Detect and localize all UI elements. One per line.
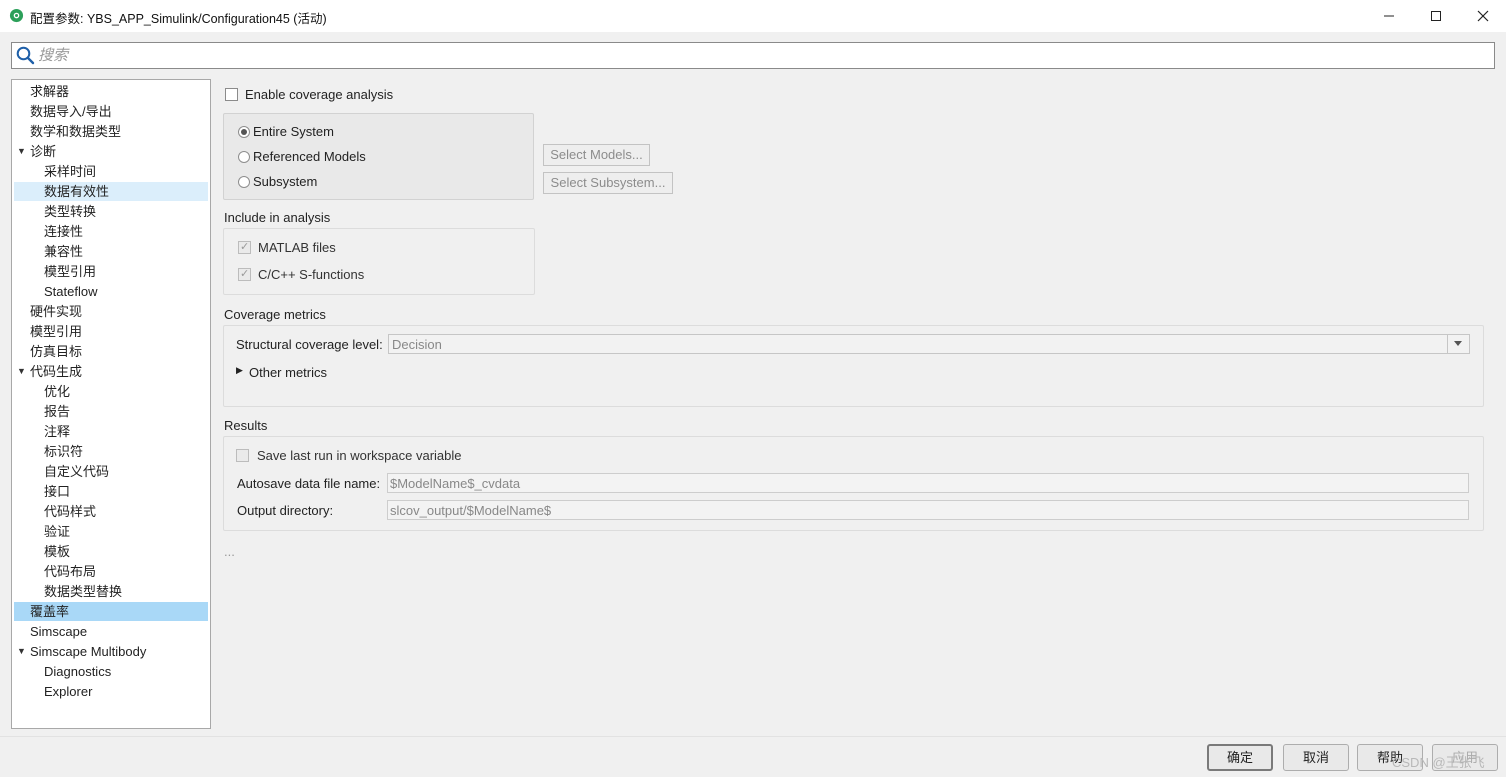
dialog-footer: 确定 取消 帮助 应用 [0, 736, 1506, 777]
tree-item-compatibility[interactable]: 兼容性 [14, 242, 208, 261]
enable-coverage-label: Enable coverage analysis [245, 87, 394, 102]
settings-tree[interactable]: 求解器 数据导入/导出 数学和数据类型 ▼ 诊断 采样时间 数据有效性 类型转换 … [11, 79, 211, 729]
save-last-run-label: Save last run in workspace variable [257, 448, 462, 463]
app-icon [9, 8, 24, 23]
ok-button[interactable]: 确定 [1207, 744, 1273, 771]
radio-referenced-models[interactable] [238, 151, 250, 163]
search-input[interactable] [38, 45, 1478, 65]
structural-coverage-label: Structural coverage level: [236, 337, 383, 352]
maximize-icon [1431, 11, 1441, 21]
tree-item-data-import-export[interactable]: 数据导入/导出 [14, 102, 208, 121]
close-icon [1477, 10, 1489, 22]
tree-item-custom-code[interactable]: 自定义代码 [14, 462, 208, 481]
tree-item-multibody-diagnostics[interactable]: Diagnostics [14, 662, 208, 681]
select-subsystem-button[interactable]: Select Subsystem... [543, 172, 673, 194]
output-directory-label: Output directory: [237, 503, 334, 518]
structural-coverage-select[interactable]: Decision [388, 334, 1470, 354]
sfunctions-checkbox[interactable]: ✓ [238, 268, 251, 281]
more-ellipsis: ... [224, 544, 235, 559]
tree-item-optimization[interactable]: 优化 [14, 382, 208, 401]
tree-item-comments[interactable]: 注释 [14, 422, 208, 441]
tree-item-stateflow[interactable]: Stateflow [14, 282, 208, 301]
minimize-icon [1384, 15, 1394, 17]
tree-item-sample-time[interactable]: 采样时间 [14, 162, 208, 181]
tree-item-model-referencing[interactable]: 模型引用 [14, 322, 208, 341]
tree-item-simulation-target[interactable]: 仿真目标 [14, 342, 208, 361]
radio-subsystem-label: Subsystem [253, 174, 318, 189]
sfunctions-label: C/C++ S-functions [258, 267, 365, 282]
title-bar: 配置参数: YBS_APP_Simulink/Configuration45 (… [0, 0, 1506, 32]
tree-item-code-placement[interactable]: 代码布局 [14, 562, 208, 581]
tree-item-multibody-explorer[interactable]: Explorer [14, 682, 208, 701]
check-icon: ✓ [240, 268, 250, 280]
expand-triangle-icon[interactable]: ▼ [17, 142, 26, 161]
maximize-button[interactable] [1413, 0, 1459, 32]
matlab-files-label: MATLAB files [258, 240, 336, 255]
save-last-run-checkbox[interactable] [236, 449, 249, 462]
include-section-title: Include in analysis [224, 210, 331, 225]
check-icon: ✓ [240, 241, 250, 253]
tree-item-code-style[interactable]: 代码样式 [14, 502, 208, 521]
chevron-down-icon[interactable] [1447, 335, 1469, 353]
tree-item-report[interactable]: 报告 [14, 402, 208, 421]
metrics-section-title: Coverage metrics [224, 307, 326, 322]
radio-subsystem[interactable] [238, 176, 250, 188]
minimize-button[interactable] [1366, 0, 1412, 32]
results-group: Save last run in workspace variable Auto… [223, 436, 1484, 531]
autosave-label: Autosave data file name: [237, 476, 381, 491]
include-group: ✓ MATLAB files ✓ C/C++ S-functions [223, 228, 535, 295]
tree-item-coverage[interactable]: 覆盖率 [14, 602, 208, 621]
tree-item-simscape-multibody[interactable]: ▼ Simscape Multibody [14, 642, 208, 661]
output-directory-field[interactable] [387, 500, 1469, 520]
metrics-group: Structural coverage level: Decision ▶ Ot… [223, 325, 1484, 407]
other-metrics-label[interactable]: Other metrics [249, 365, 327, 380]
tree-item-verification[interactable]: 验证 [14, 522, 208, 541]
radio-entire-system-label: Entire System [253, 124, 334, 139]
tree-item-model-referencing-diag[interactable]: 模型引用 [14, 262, 208, 281]
tree-item-math-data-types[interactable]: 数学和数据类型 [14, 122, 208, 141]
expand-triangle-icon[interactable]: ▼ [17, 642, 26, 661]
tree-item-connectivity[interactable]: 连接性 [14, 222, 208, 241]
tree-item-interface[interactable]: 接口 [14, 482, 208, 501]
enable-coverage-checkbox[interactable] [225, 88, 238, 101]
expand-triangle-icon[interactable]: ▼ [17, 362, 26, 381]
scope-group: Entire System Referenced Models Subsyste… [223, 113, 534, 200]
radio-referenced-models-label: Referenced Models [253, 149, 366, 164]
results-section-title: Results [224, 418, 268, 433]
window-title: 配置参数: YBS_APP_Simulink/Configuration45 (… [30, 12, 327, 26]
tree-item-data-validity[interactable]: 数据有效性 [14, 182, 208, 201]
autosave-input[interactable] [390, 475, 1427, 491]
tree-item-type-conversion[interactable]: 类型转换 [14, 202, 208, 221]
select-models-button[interactable]: Select Models... [543, 144, 650, 166]
coverage-settings-pane: Enable coverage analysis Entire System R… [210, 72, 1506, 736]
collapsed-triangle-icon[interactable]: ▶ [236, 365, 243, 376]
matlab-files-checkbox[interactable]: ✓ [238, 241, 251, 254]
tree-item-solver[interactable]: 求解器 [14, 82, 208, 101]
watermark: CSDN @王张飞 [1392, 755, 1485, 770]
search-icon [16, 46, 35, 65]
close-button[interactable] [1460, 0, 1506, 32]
tree-item-diagnostics[interactable]: ▼ 诊断 [14, 142, 208, 161]
tree-item-simscape[interactable]: Simscape [14, 622, 208, 641]
output-directory-input[interactable] [390, 502, 1427, 518]
tree-item-code-generation[interactable]: ▼ 代码生成 [14, 362, 208, 381]
tree-item-templates[interactable]: 模板 [14, 542, 208, 561]
radio-entire-system[interactable] [238, 126, 250, 138]
tree-item-hardware-implementation[interactable]: 硬件实现 [14, 302, 208, 321]
search-box[interactable] [11, 42, 1495, 69]
cancel-button[interactable]: 取消 [1283, 744, 1349, 771]
tree-item-identifiers[interactable]: 标识符 [14, 442, 208, 461]
tree-item-data-type-replacement[interactable]: 数据类型替换 [14, 582, 208, 601]
autosave-field[interactable] [387, 473, 1469, 493]
